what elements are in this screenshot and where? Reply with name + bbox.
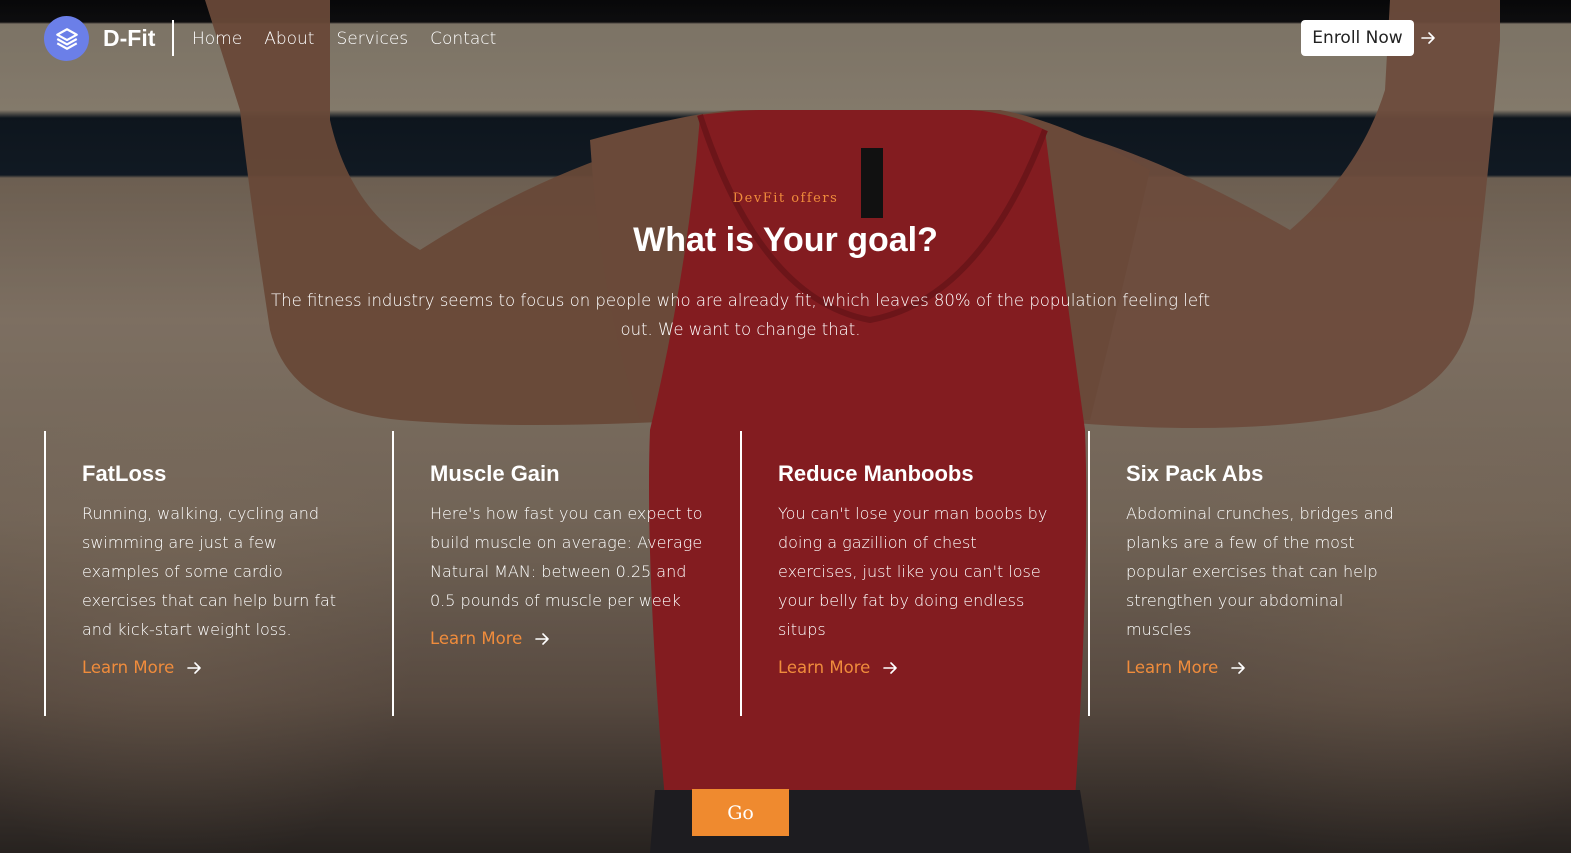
learn-more-label: Learn More [1126,658,1219,677]
goal-card-six-pack-abs: Six Pack Abs Abdominal crunches, bridges… [1088,431,1408,716]
card-text: You can't lose your man boobs by doing a… [778,504,1048,639]
page: D-Fit Home About Services Contact Enroll… [0,0,1571,853]
learn-more-label: Learn More [82,658,175,677]
arrow-right-icon [883,661,898,674]
dark-overlay [0,0,1571,853]
stack-layers-icon [55,27,78,50]
card-title: Six Pack Abs [1126,461,1264,486]
logo[interactable] [44,16,89,61]
hero-title: What is Your goal? [633,221,938,259]
nav-about[interactable]: About [264,29,314,49]
card-text: Abdominal crunches, bridges and planks a… [1126,504,1394,639]
nav-services[interactable]: Services [336,29,408,49]
logo-text[interactable]: D-Fit [103,25,155,52]
enroll-now-button[interactable]: Enroll Now [1301,20,1414,56]
arrow-right-icon [187,661,202,674]
card-title: Reduce Manboobs [778,461,974,486]
card-text: Here's how fast you can expect to build … [430,504,703,610]
learn-more-label: Learn More [778,658,871,677]
card-text: Running, walking, cycling and swimming a… [82,504,337,639]
hero-description: The fitness industry seems to focus on p… [271,291,1210,339]
main-nav: Home About Services Contact [192,29,496,49]
card-title: FatLoss [82,461,167,486]
header: D-Fit Home About Services Contact Enroll… [0,0,1571,80]
goal-card-reduce-manboobs: Reduce Manboobs You can't lose your man … [740,431,1060,716]
nav-home[interactable]: Home [192,29,242,49]
hero-eyebrow: DevFit offers [732,191,839,206]
learn-more-link[interactable]: Learn More [778,658,1060,677]
go-button[interactable]: Go [692,789,789,836]
learn-more-link[interactable]: Learn More [1126,658,1408,677]
arrow-right-icon[interactable] [1420,30,1436,46]
learn-more-label: Learn More [430,629,523,648]
arrow-right-icon [535,632,550,645]
arrow-right-icon [1231,661,1246,674]
goal-card-fatloss: FatLoss Running, walking, cycling and sw… [44,431,364,716]
nav-contact[interactable]: Contact [430,29,496,49]
goal-card-muscle-gain: Muscle Gain Here's how fast you can expe… [392,431,712,716]
card-title: Muscle Gain [430,461,560,486]
learn-more-link[interactable]: Learn More [82,658,364,677]
learn-more-link[interactable]: Learn More [430,629,712,648]
header-divider [172,20,174,56]
